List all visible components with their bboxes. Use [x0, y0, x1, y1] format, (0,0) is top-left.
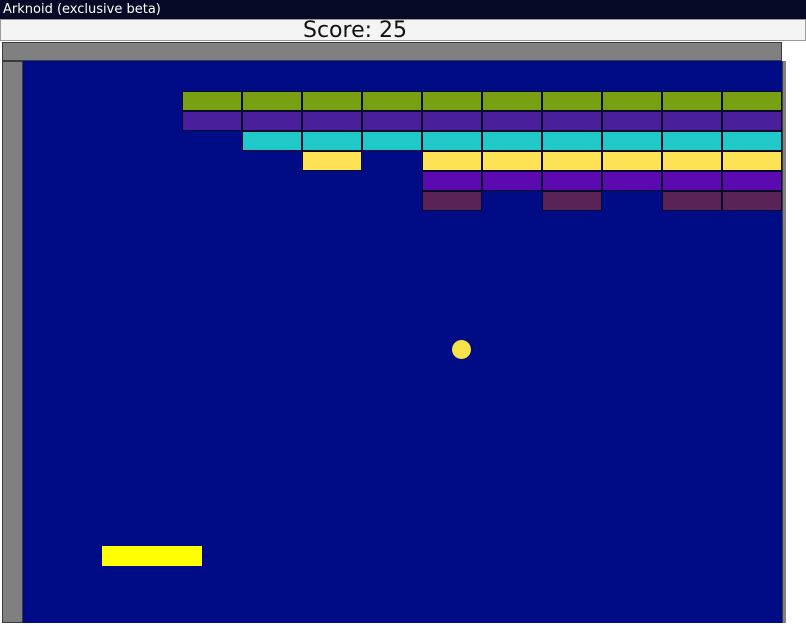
brick: [662, 151, 722, 171]
brick: [602, 171, 662, 191]
brick: [422, 171, 482, 191]
brick: [182, 91, 242, 111]
brick: [422, 151, 482, 171]
brick: [482, 91, 542, 111]
brick: [482, 111, 542, 131]
brick: [662, 131, 722, 151]
top-wall: [2, 42, 782, 61]
brick: [542, 131, 602, 151]
brick: [662, 111, 722, 131]
window-title: Arknoid (exclusive beta): [0, 0, 806, 19]
brick: [362, 91, 422, 111]
brick: [662, 91, 722, 111]
brick: [482, 131, 542, 151]
brick: [422, 91, 482, 111]
brick: [242, 111, 302, 131]
brick: [542, 111, 602, 131]
brick: [302, 91, 362, 111]
brick: [542, 191, 602, 211]
brick: [362, 111, 422, 131]
brick: [542, 151, 602, 171]
brick: [722, 91, 782, 111]
brick: [722, 111, 782, 131]
brick: [302, 111, 362, 131]
brick: [722, 191, 782, 211]
brick: [722, 151, 782, 171]
brick: [302, 131, 362, 151]
brick: [362, 131, 422, 151]
playfield[interactable]: [23, 61, 782, 623]
brick: [242, 91, 302, 111]
brick: [542, 91, 602, 111]
brick: [482, 171, 542, 191]
brick: [422, 131, 482, 151]
brick: [482, 151, 542, 171]
brick: [602, 91, 662, 111]
score-label: Score: 25: [303, 18, 408, 43]
brick: [302, 151, 362, 171]
brick: [722, 171, 782, 191]
brick: [182, 111, 242, 131]
ball: [452, 340, 471, 359]
right-wall: [782, 61, 786, 623]
brick: [542, 171, 602, 191]
brick: [602, 151, 662, 171]
brick: [662, 171, 722, 191]
brick: [602, 111, 662, 131]
score-bar: Score: 25: [0, 18, 806, 43]
brick: [422, 191, 482, 211]
left-wall: [2, 61, 23, 623]
brick: [602, 131, 662, 151]
brick: [242, 131, 302, 151]
paddle[interactable]: [102, 546, 202, 566]
brick: [722, 131, 782, 151]
brick: [662, 191, 722, 211]
brick: [422, 111, 482, 131]
